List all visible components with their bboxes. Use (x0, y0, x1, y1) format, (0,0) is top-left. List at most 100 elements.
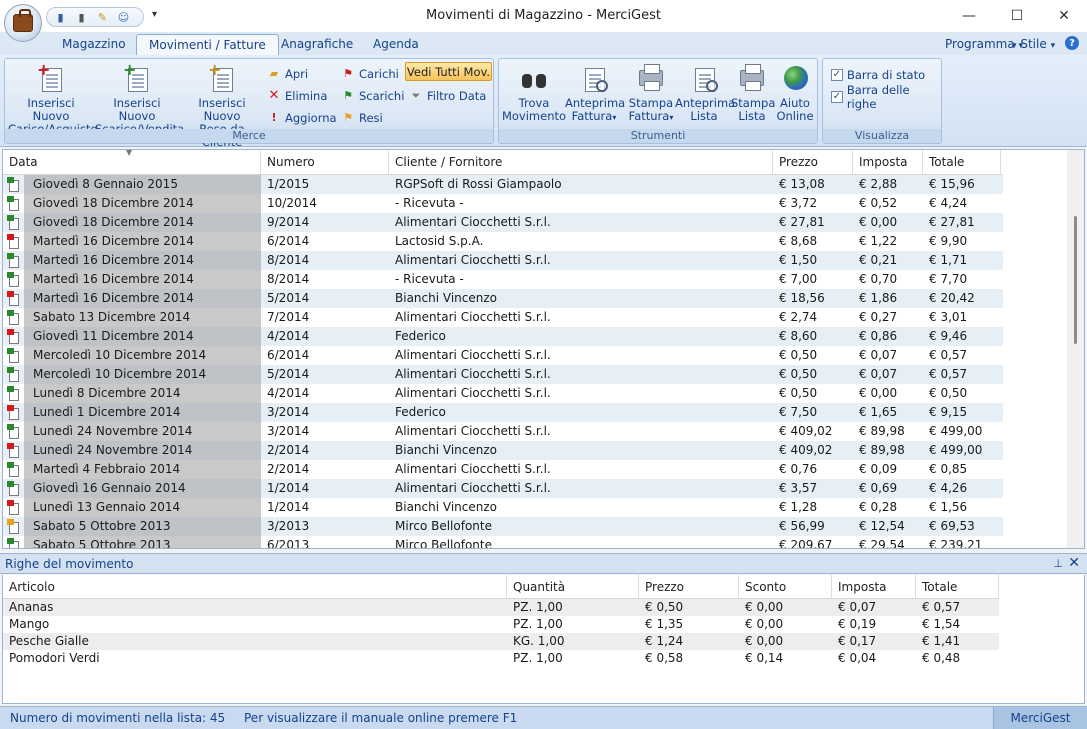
stampa-fattura-button[interactable]: Stampa Fattura▾ (623, 62, 679, 124)
label-line1: Inserisci Nuovo (113, 96, 161, 123)
help-icon[interactable]: ? (1065, 36, 1079, 50)
table-row[interactable]: Lunedì 24 Novembre 2014 2/2014 Bianchi Vin… (3, 441, 1003, 460)
movimenti-grid[interactable]: Data ▼ Numero Cliente / Fornitore Prezzo … (2, 149, 1085, 549)
barra-stato-checkbox[interactable]: ✓ Barra di stato (831, 65, 925, 84)
table-row[interactable]: Lunedì 13 Gennaio 2014 1/2014 Bianchi Vinc… (3, 498, 1003, 517)
barra-stato-label: Barra di stato (847, 67, 926, 82)
table-row[interactable]: Mango PZ. 1,00 € 1,35 € 0,00 € 0,19 € 1,54 (3, 616, 999, 633)
table-row[interactable]: Lunedì 24 Novembre 2014 3/2014 Alimentari … (3, 422, 1003, 441)
scrollbar-thumb[interactable] (1074, 216, 1077, 344)
cell-cliente: Alimentari Ciocchetti S.r.l. (395, 348, 551, 362)
table-row[interactable]: Ananas PZ. 1,00 € 0,50 € 0,00 € 0,07 € 0,57 (3, 599, 999, 616)
carichi-button[interactable]: ⚑ Carichi (341, 64, 399, 83)
anteprima-fattura-button[interactable]: Anteprima Fattura▾ (565, 62, 625, 124)
table-row[interactable]: Lunedì 8 Dicembre 2014 4/2014 Alimentari C… (3, 384, 1003, 403)
column-header-imposta[interactable]: Imposta (853, 150, 923, 175)
table-row[interactable]: Sabato 13 Dicembre 2014 7/2014 Alimentari … (3, 308, 1003, 327)
tab-agenda[interactable]: Agenda (361, 34, 431, 55)
table-row[interactable]: Pesche Gialle KG. 1,00 € 1,24 € 0,00 € 0,17 €… (3, 633, 999, 650)
preview-invoice-icon (578, 62, 610, 94)
table-row[interactable]: Martedì 16 Dicembre 2014 5/2014 Bianchi Vi… (3, 289, 1003, 308)
table-row[interactable]: Giovedì 18 Dicembre 2014 9/2014 Alimentari… (3, 213, 1003, 232)
table-row[interactable]: Lunedì 1 Dicembre 2014 3/2014 Federico € 7,… (3, 403, 1003, 422)
table-row[interactable]: Sabato 5 Ottobre 2013 6/2013 Mirco Bellofo… (3, 536, 1003, 549)
close-icon[interactable]: ✕ (1068, 555, 1080, 571)
cell-numero: 9/2014 (267, 215, 310, 229)
table-row[interactable]: Martedì 16 Dicembre 2014 8/2014 Alimentari… (3, 251, 1003, 270)
table-row[interactable]: Sabato 5 Ottobre 2013 3/2013 Mirco Bellofo… (3, 517, 1003, 536)
maximize-button[interactable]: ☐ (994, 4, 1040, 28)
elimina-button[interactable]: ✕ Elimina (267, 86, 328, 105)
minimize-button[interactable]: — (946, 4, 992, 28)
scarico-document-icon (7, 481, 22, 496)
aiuto-online-button[interactable]: Aiuto Online (773, 62, 817, 123)
column-header-sconto[interactable]: Sconto (739, 575, 832, 599)
cell-articolo: Pomodori Verdi (9, 651, 100, 665)
barra-righe-checkbox[interactable]: ✓ Barra delle righe (831, 83, 941, 111)
table-row[interactable]: Mercoledì 10 Dicembre 2014 5/2014 Alimenta… (3, 365, 1003, 384)
column-header-prezzo[interactable]: Prezzo (773, 150, 853, 175)
table-row[interactable]: Giovedì 16 Gennaio 2014 1/2014 Alimentari … (3, 479, 1003, 498)
table-row[interactable]: Giovedì 11 Dicembre 2014 4/2014 Federico € … (3, 327, 1003, 346)
column-header-articolo[interactable]: Articolo (3, 575, 507, 599)
scarichi-button[interactable]: ⚑ Scarichi (341, 86, 404, 105)
column-header-prezzo[interactable]: Prezzo (639, 575, 739, 599)
inserisci-carico-button[interactable]: + Inserisci Nuovo Carico/Acquisto (8, 62, 98, 136)
resi-button[interactable]: ⚑ Resi (341, 108, 383, 127)
apri-button[interactable]: ▰ Apri (267, 64, 308, 83)
cell-data: Mercoledì 10 Dicembre 2014 (33, 367, 207, 381)
column-header-data[interactable]: Data ▼ (3, 150, 261, 175)
cell-prezzo: € 8,60 (779, 329, 818, 343)
cell-cliente: Alimentari Ciocchetti S.r.l. (395, 367, 551, 381)
programma-label: Programma (945, 37, 1015, 51)
cell-numero: 1/2015 (267, 177, 310, 191)
table-row[interactable]: Martedì 16 Dicembre 2014 6/2014 Lactosid S… (3, 232, 1003, 251)
cell-totale: € 4,26 (929, 481, 968, 495)
table-row[interactable]: Martedì 4 Febbraio 2014 2/2014 Alimentari … (3, 460, 1003, 479)
column-header-totale[interactable]: Totale (923, 150, 1001, 175)
stile-menu[interactable]: ▾ Stile ▾ (1012, 37, 1055, 51)
tab-anagrafiche[interactable]: Anagrafiche (269, 34, 365, 55)
checkmark-icon: ✓ (831, 90, 843, 103)
table-row[interactable]: Martedì 16 Dicembre 2014 8/2014 - Ricevuta… (3, 270, 1003, 289)
close-button[interactable]: ✕ (1041, 4, 1087, 28)
tab-magazzino[interactable]: Magazzino (50, 34, 138, 55)
pin-icon[interactable]: ⊥ (1053, 557, 1063, 570)
pencil-icon[interactable]: ✎ (95, 10, 110, 25)
cell-imposta: € 0,04 (838, 651, 877, 665)
column-header-totale[interactable]: Totale (916, 575, 999, 599)
filtro-data-button[interactable]: ⏷ Filtro Data (409, 86, 487, 105)
table-row[interactable]: Mercoledì 10 Dicembre 2014 6/2014 Alimenta… (3, 346, 1003, 365)
table-row[interactable]: Giovedì 8 Gennaio 2015 1/2015 RGPSoft di R… (3, 175, 1003, 194)
scarico-document-icon (7, 424, 22, 439)
book-icon[interactable]: ▮ (74, 10, 89, 25)
anteprima-lista-button[interactable]: Anteprima Lista (675, 62, 735, 123)
table-row[interactable]: Giovedì 18 Dicembre 2014 10/2014 - Ricevut… (3, 194, 1003, 213)
table-row[interactable]: Pomodori Verdi PZ. 1,00 € 0,58 € 0,14 € 0,04… (3, 650, 999, 667)
users-icon[interactable]: ☺ (116, 10, 131, 25)
column-header-quantita[interactable]: Quantità (507, 575, 639, 599)
cell-quantita: KG. 1,00 (513, 634, 565, 648)
inserisci-scarico-button[interactable]: + Inserisci Nuovo Scarico/Vendita (95, 62, 184, 136)
cell-data: Lunedì 13 Gennaio 2014 (33, 500, 181, 514)
aggiorna-button[interactable]: ! Aggiorna (267, 108, 336, 127)
column-header-cliente[interactable]: Cliente / Fornitore (389, 150, 773, 175)
bottle-icon[interactable]: ▮ (53, 10, 68, 25)
tab-movimenti-fatture[interactable]: Movimenti / Fatture (136, 34, 279, 55)
checkmark-icon: ✓ (831, 68, 843, 81)
cell-totale: € 239,21 (929, 538, 983, 549)
cell-totale: € 0,48 (922, 651, 961, 665)
stampa-lista-button[interactable]: Stampa Lista (731, 62, 775, 123)
ribbon: + Inserisci Nuovo Carico/Acquisto + Inse… (0, 55, 1087, 149)
app-menu-button[interactable] (4, 4, 42, 42)
column-header-numero[interactable]: Numero (261, 150, 389, 175)
column-header-imposta[interactable]: Imposta (832, 575, 916, 599)
cell-cliente: Bianchi Vincenzo (395, 443, 497, 457)
qat-dropdown-icon[interactable]: ▾ (152, 9, 157, 20)
status-hint: Per visualizzare il manuale online preme… (244, 711, 518, 725)
folder-open-icon: ▰ (269, 67, 279, 80)
vertical-scrollbar[interactable] (1067, 150, 1084, 548)
trova-movimento-button[interactable]: Trova Movimento (501, 62, 567, 123)
vedi-tutti-button[interactable]: Vedi Tutti Mov. (405, 62, 492, 81)
righe-grid[interactable]: Articolo Quantità Prezzo Sconto Imposta … (2, 575, 1085, 704)
